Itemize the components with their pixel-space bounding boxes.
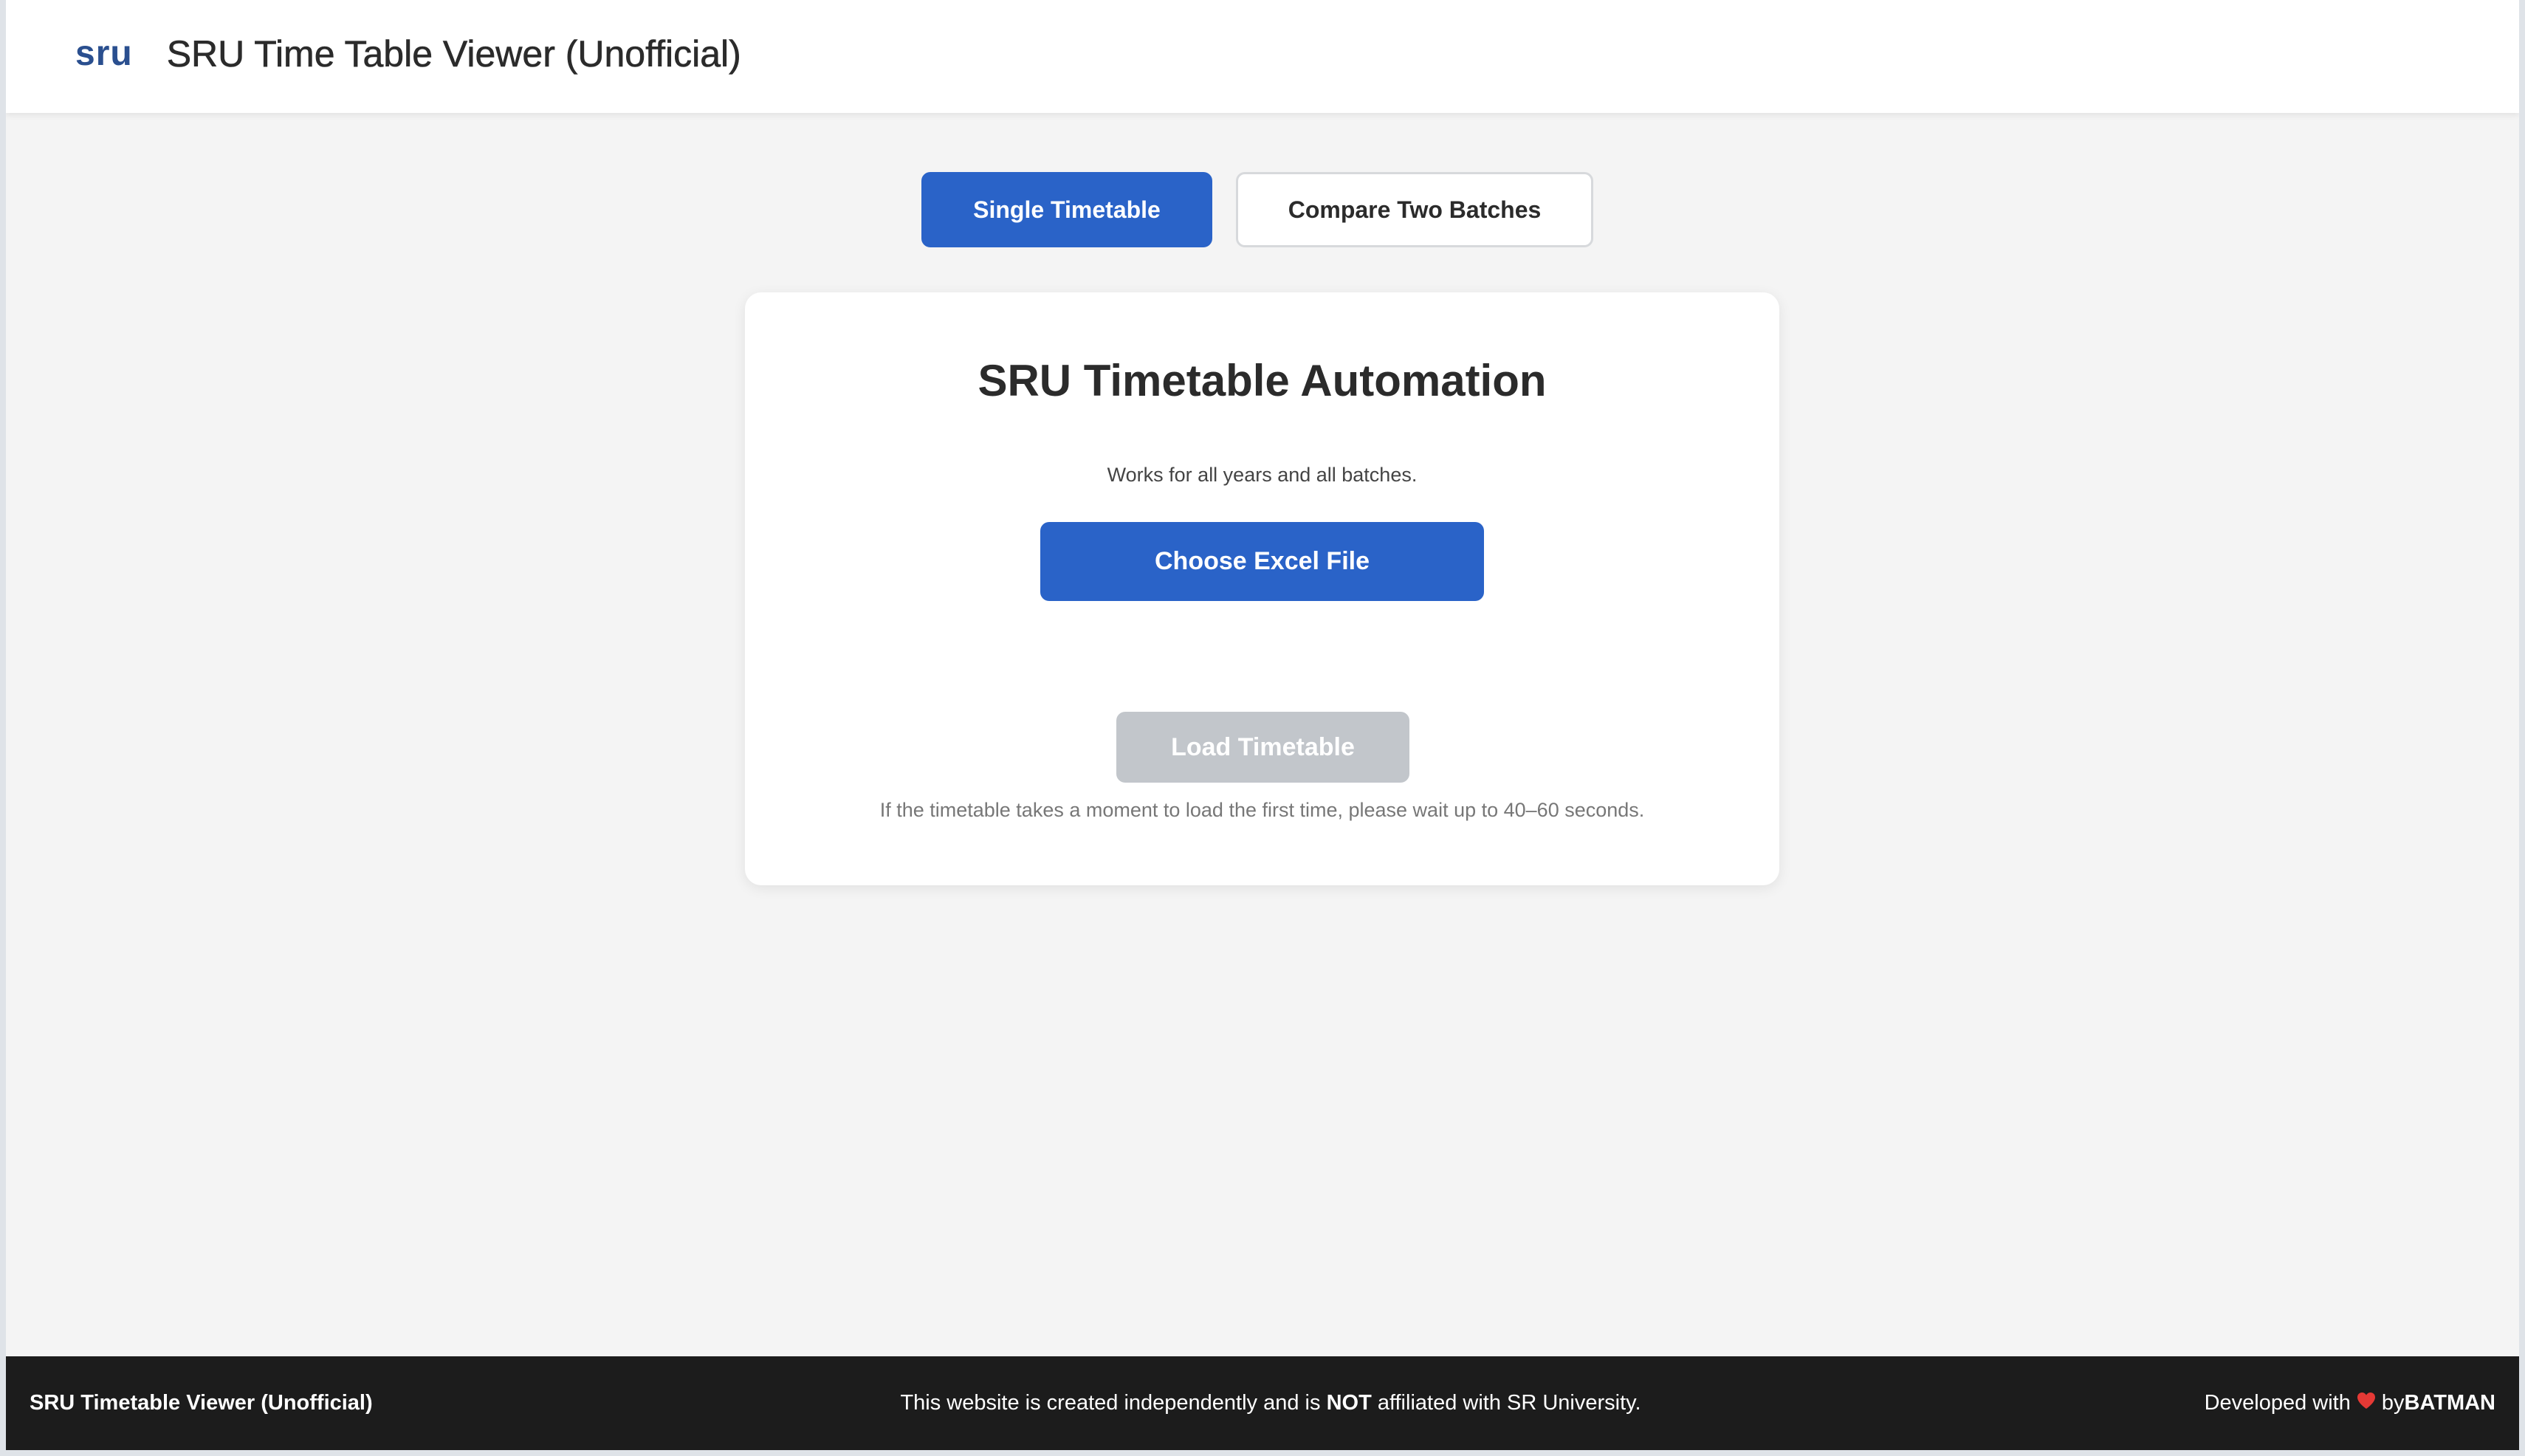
page-title: SRU Time Table Viewer (Unofficial) — [166, 32, 741, 75]
disclaimer-text-after: affiliated with SR University. — [1371, 1391, 1641, 1415]
app-window: sru SRU Time Table Viewer (Unofficial) S… — [6, 0, 2519, 1450]
card-title: SRU Timetable Automation — [978, 356, 1547, 405]
footer-credit: Developed with by BATMAN — [2205, 1356, 2495, 1450]
loading-note: If the timetable takes a moment to load … — [879, 799, 1645, 821]
tab-single-timetable[interactable]: Single Timetable — [921, 172, 1212, 247]
upload-card: SRU Timetable Automation Works for all y… — [745, 292, 1779, 885]
logo[interactable]: sru — [75, 35, 133, 72]
credit-author: BATMAN — [2404, 1391, 2496, 1415]
site-footer: SRU Timetable Viewer (Unofficial) This w… — [6, 1356, 2519, 1450]
footer-disclaimer: This website is created independently an… — [6, 1356, 2519, 1450]
load-timetable-button[interactable]: Load Timetable — [1116, 712, 1409, 783]
choose-excel-file-button[interactable]: Choose Excel File — [1040, 522, 1484, 601]
disclaimer-text-before: This website is created independently an… — [900, 1391, 1327, 1415]
site-header: sru SRU Time Table Viewer (Unofficial) — [6, 0, 2519, 113]
footer-app-name: SRU Timetable Viewer (Unofficial) — [30, 1391, 373, 1415]
mode-tabs: Single Timetable Compare Two Batches — [6, 172, 2519, 247]
disclaimer-text-bold: NOT — [1326, 1391, 1372, 1415]
heart-icon — [2357, 1391, 2376, 1415]
tab-compare-two-batches[interactable]: Compare Two Batches — [1236, 172, 1593, 247]
card-subtitle: Works for all years and all batches. — [1107, 464, 1418, 486]
credit-text-middle: by — [2381, 1391, 2405, 1415]
credit-text-before: Developed with — [2204, 1391, 2351, 1415]
